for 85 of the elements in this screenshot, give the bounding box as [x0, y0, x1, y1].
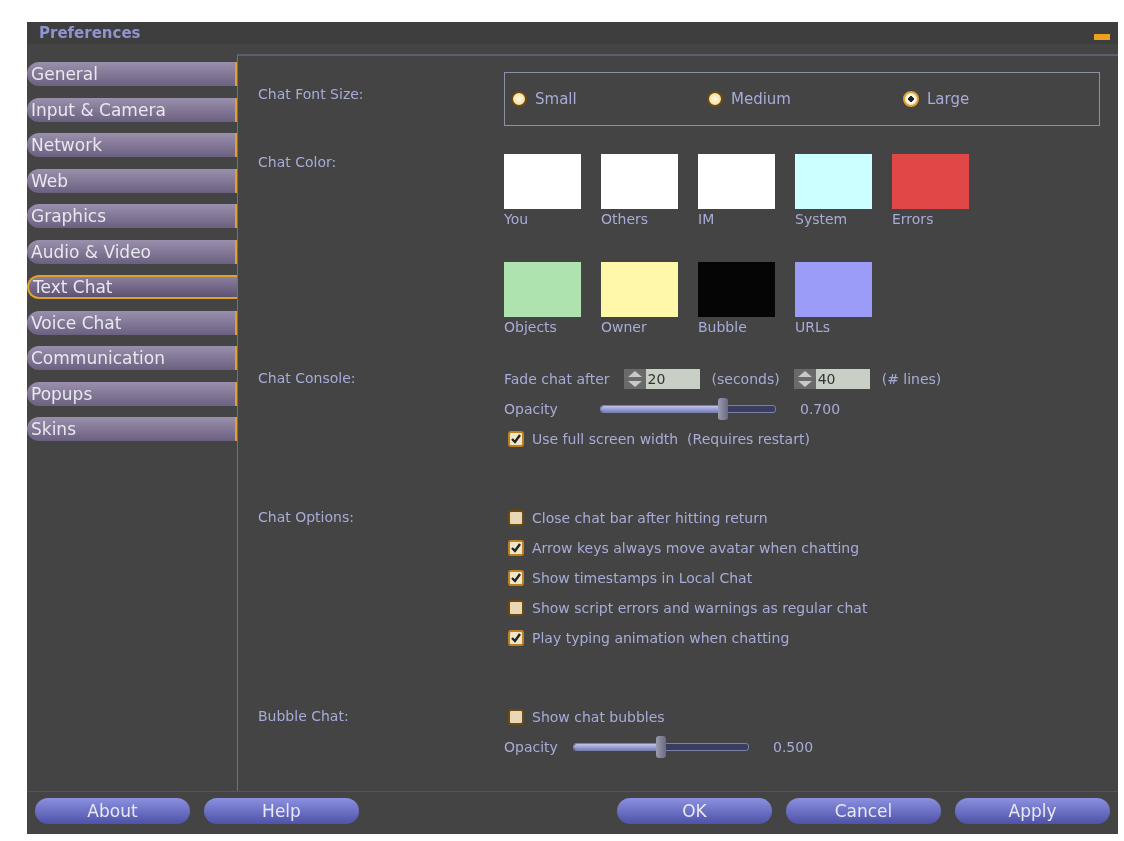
opacity-label: Opacity [504, 401, 559, 417]
radio-option[interactable]: Small [511, 90, 707, 108]
swatch-label: URLs [795, 318, 832, 337]
checkbox-option[interactable]: Close chat bar after hitting return [504, 503, 1118, 533]
radio-icon[interactable] [903, 91, 919, 107]
swatch-label: Others [601, 210, 650, 229]
checkbox-option[interactable]: Show chat bubbles [504, 702, 1118, 732]
checkbox-option[interactable]: Show script errors and warnings as regular chat [504, 593, 1118, 623]
opacity-slider[interactable] [573, 736, 749, 758]
color-swatch[interactable] [698, 262, 775, 317]
radio-option[interactable]: Large [903, 90, 1099, 108]
dialog-button[interactable]: About [35, 798, 190, 824]
swatch-label: You [504, 210, 530, 229]
seconds-field[interactable]: 20 [645, 369, 700, 389]
checkbox-label: Close chat bar after hitting return [532, 510, 768, 526]
section-label: Chat Font Size: [258, 86, 365, 102]
color-swatch[interactable] [504, 154, 581, 209]
color-swatch[interactable] [795, 262, 872, 317]
checkbox[interactable] [508, 709, 524, 725]
radio-label: Large [927, 90, 970, 108]
color-swatch[interactable] [601, 154, 678, 209]
dialog-button[interactable]: Cancel [786, 798, 941, 824]
checkbox-option[interactable]: Use full screen width (Requires restart) [504, 424, 1118, 454]
opacity-value: 0.500 [773, 739, 814, 755]
sidebar-tab[interactable]: Graphics [27, 204, 237, 228]
color-swatch[interactable] [601, 262, 678, 317]
checkbox[interactable] [508, 431, 524, 447]
section-label: Bubble Chat: [258, 708, 350, 724]
checkbox-option[interactable]: Arrow keys always move avatar when chatting [504, 533, 1118, 563]
sidebar-tab[interactable]: Voice Chat [27, 310, 237, 335]
spinner-arrows-icon[interactable] [623, 369, 646, 389]
checkbox-label: Show timestamps in Local Chat [532, 570, 753, 586]
sidebar-tab[interactable]: General [27, 62, 237, 86]
dialog-button[interactable]: Help [204, 798, 359, 824]
unit-label: (seconds) [711, 371, 780, 387]
checkbox-label: Show chat bubbles [532, 709, 665, 725]
slider-thumb[interactable] [656, 736, 666, 758]
radio-icon[interactable] [511, 91, 527, 107]
sidebar-tab[interactable]: Network [27, 133, 237, 157]
swatch-label: Owner [601, 318, 648, 337]
checkbox[interactable] [508, 510, 524, 526]
spinner-arrows-icon[interactable] [793, 369, 816, 389]
radio-label: Medium [731, 90, 791, 108]
section-label: Chat Color: [258, 154, 338, 170]
fade-label: Fade chat after [504, 371, 610, 387]
opacity-value: 0.700 [800, 401, 841, 417]
swatch-label: Objects [504, 318, 558, 337]
checkbox-label: Arrow keys always move avatar when chatting [532, 540, 860, 556]
window-title: Preferences [39, 24, 141, 42]
radio-icon[interactable] [707, 91, 723, 107]
sidebar-tab[interactable]: Audio & Video [27, 239, 237, 264]
checkbox[interactable] [508, 600, 524, 616]
swatch-label: Errors [892, 210, 935, 229]
section-label: Chat Options: [258, 509, 355, 525]
checkbox[interactable] [508, 570, 524, 586]
color-swatch[interactable] [698, 154, 775, 209]
opacity-slider[interactable] [600, 398, 776, 420]
dialog-button[interactable]: Apply [955, 798, 1110, 824]
checkbox-label: Show script errors and warnings as regular chat [532, 600, 868, 616]
section-label: Chat Console: [258, 370, 357, 386]
sidebar-tab[interactable]: Text Chat [27, 275, 237, 299]
sidebar-tab[interactable]: Input & Camera [27, 97, 237, 122]
checkbox-label: Use full screen width (Requires restart) [532, 431, 810, 447]
checkbox-label: Play typing animation when chatting [532, 630, 790, 646]
sidebar-tab[interactable]: Communication [27, 346, 237, 370]
swatch-label: System [795, 210, 849, 229]
radio-label: Small [535, 90, 577, 108]
checkbox[interactable] [508, 630, 524, 646]
swatch-label: IM [698, 210, 716, 229]
sidebar-tab[interactable]: Popups [27, 381, 237, 406]
sidebar-tab[interactable]: Web [27, 168, 237, 193]
unit-label: (# lines) [881, 371, 942, 387]
slider-thumb[interactable] [718, 398, 729, 420]
checkbox[interactable] [508, 540, 524, 556]
color-swatch[interactable] [504, 262, 581, 317]
color-swatch[interactable] [795, 154, 872, 209]
checkbox-option[interactable]: Show timestamps in Local Chat [504, 563, 1118, 593]
swatch-label: Bubble [698, 318, 748, 337]
opacity-label: Opacity [504, 739, 559, 755]
dialog-button[interactable]: OK [617, 798, 772, 824]
lines-field[interactable]: 40 [815, 369, 870, 389]
checkbox-option[interactable]: Play typing animation when chatting [504, 623, 1118, 653]
sidebar-tab[interactable]: Skins [27, 417, 237, 441]
color-swatch[interactable] [892, 154, 969, 209]
radio-option[interactable]: Medium [707, 90, 903, 108]
